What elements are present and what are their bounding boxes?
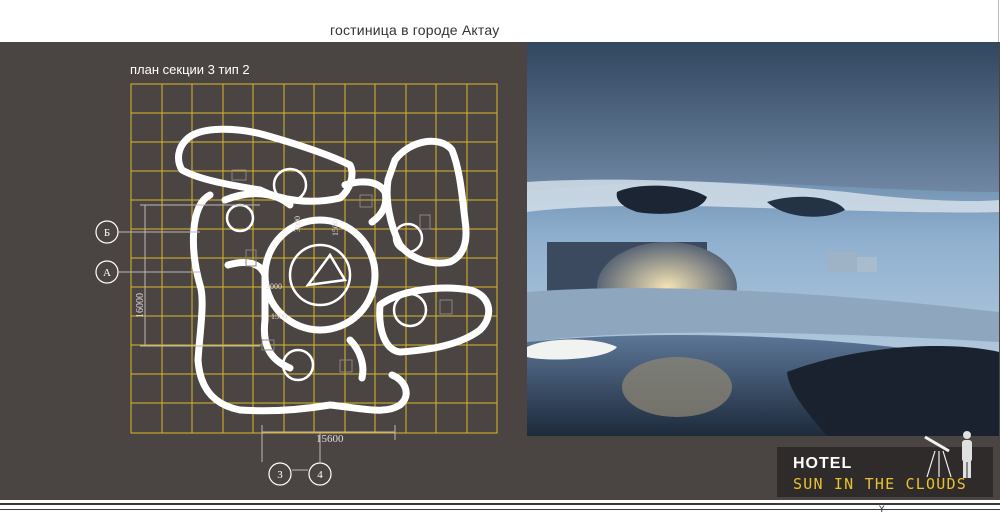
dim-width-total: 15600 bbox=[316, 433, 344, 445]
axis-label-a: А bbox=[103, 267, 111, 279]
footer-mark: Y bbox=[879, 505, 885, 515]
floor-plan: 16000 15600 3000 1500 3000 1500 Б А 3 4 bbox=[95, 83, 498, 486]
hotel-brand-block: HOTEL SUN IN THE CLOUDS bbox=[777, 431, 993, 497]
footer-line-thick bbox=[0, 503, 1000, 505]
header-divider bbox=[998, 0, 999, 42]
brand-name: HOTEL bbox=[793, 455, 853, 472]
dim-3000-horizontal: 3000 bbox=[266, 282, 282, 291]
axis-marker-b: Б bbox=[95, 220, 119, 244]
dim-1500-horizontal: 1500 bbox=[271, 312, 287, 321]
axis-label-3: 3 bbox=[277, 469, 283, 481]
dim-height-total: 16000 bbox=[135, 293, 146, 318]
axis-label-4: 4 bbox=[317, 469, 323, 481]
dimension-lines bbox=[118, 204, 396, 471]
axis-marker-a: А bbox=[95, 260, 119, 284]
footer-line-thin bbox=[0, 509, 1000, 510]
render-image bbox=[527, 42, 999, 436]
dim-1500-vertical: 1500 bbox=[331, 220, 340, 236]
axis-marker-3: 3 bbox=[268, 462, 292, 486]
axis-label-b: Б bbox=[104, 227, 110, 239]
dim-3000-vertical: 3000 bbox=[293, 216, 302, 232]
architectural-render bbox=[527, 42, 999, 436]
telescope-person-icon bbox=[924, 431, 972, 478]
axis-marker-4: 4 bbox=[308, 462, 332, 486]
